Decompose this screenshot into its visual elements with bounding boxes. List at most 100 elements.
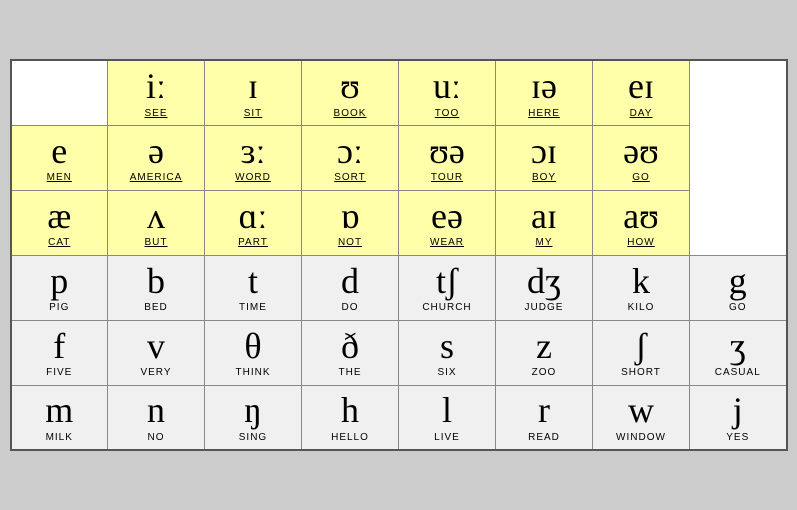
vowel-row-3: æ CAT ʌ BUT ɑː PART ɒ NOT eə WEAR aɪ MY …	[11, 190, 787, 255]
cell-cat: æ CAT	[11, 190, 108, 255]
symbol-judge: dʒ	[500, 262, 588, 302]
word-men: MEN	[16, 172, 104, 183]
symbol-word: ɜː	[209, 132, 297, 172]
symbol-live: l	[403, 391, 491, 431]
symbol-go-cons: g	[694, 262, 782, 302]
word-cat: CAT	[16, 237, 104, 248]
word-boy: BOY	[500, 172, 588, 183]
symbol-yes: j	[694, 391, 782, 431]
symbol-zoo: z	[500, 327, 588, 367]
word-sing: SING	[209, 432, 297, 443]
symbol-america: ə	[112, 132, 200, 172]
word-milk: MILK	[16, 432, 104, 443]
cell-read: r READ	[496, 385, 593, 450]
symbol-read: r	[500, 391, 588, 431]
word-day: DAY	[597, 108, 685, 119]
word-book: BOOK	[306, 108, 394, 119]
vowel-row-1: iː SEE ɪ SIT ʊ BOOK uː TOO ɪə HERE eɪ DA…	[11, 60, 787, 125]
symbol-not: ɒ	[306, 197, 394, 237]
symbol-my: aɪ	[500, 197, 588, 237]
word-word: WORD	[209, 172, 297, 183]
word-church: CHURCH	[403, 302, 491, 313]
symbol-church: tʃ	[403, 262, 491, 302]
symbol-the: ð	[306, 327, 394, 367]
word-hello: HELLO	[306, 432, 394, 443]
cell-part: ɑː PART	[205, 190, 302, 255]
cell-hello: h HELLO	[302, 385, 399, 450]
word-live: LIVE	[403, 432, 491, 443]
symbol-too: uː	[403, 67, 491, 107]
symbol-very: v	[112, 327, 200, 367]
symbol-hello: h	[306, 391, 394, 431]
symbol-how: aʊ	[597, 197, 685, 237]
cell-think: θ THINK	[205, 320, 302, 385]
word-six: SIX	[403, 367, 491, 378]
cell-six: s SIX	[399, 320, 496, 385]
symbol-bed: b	[112, 262, 200, 302]
cell-casual: ʒ CASUAL	[690, 320, 787, 385]
symbol-wear: eə	[403, 197, 491, 237]
word-but: BUT	[112, 237, 200, 248]
symbol-cat: æ	[16, 197, 104, 237]
word-wear: WEAR	[403, 237, 491, 248]
cell-very: v VERY	[108, 320, 205, 385]
word-short: SHORT	[597, 367, 685, 378]
symbol-sing: ŋ	[209, 391, 297, 431]
word-too: TOO	[403, 108, 491, 119]
word-tour: TOUR	[403, 172, 491, 183]
ipa-chart: iː SEE ɪ SIT ʊ BOOK uː TOO ɪə HERE eɪ DA…	[10, 59, 788, 451]
cell-word: ɜː WORD	[205, 125, 302, 190]
symbol-kilo: k	[597, 262, 685, 302]
cell-church: tʃ CHURCH	[399, 255, 496, 320]
symbol-sit: ɪ	[209, 67, 297, 107]
symbol-time: t	[209, 262, 297, 302]
word-part: PART	[209, 237, 297, 248]
cell-too: uː TOO	[399, 60, 496, 125]
symbol-casual: ʒ	[694, 327, 782, 367]
cell-go-cons: g GO	[690, 255, 787, 320]
symbol-part: ɑː	[209, 197, 297, 237]
word-pig: PIG	[16, 302, 104, 313]
symbol-but: ʌ	[112, 197, 200, 237]
cell-short: ʃ SHORT	[593, 320, 690, 385]
cell-live: l LIVE	[399, 385, 496, 450]
cell-sing: ŋ SING	[205, 385, 302, 450]
cell-see: iː SEE	[108, 60, 205, 125]
cell-book: ʊ BOOK	[302, 60, 399, 125]
symbol-day: eɪ	[597, 67, 685, 107]
cell-day: eɪ DAY	[593, 60, 690, 125]
word-read: READ	[500, 432, 588, 443]
word-sort: SORT	[306, 172, 394, 183]
cell-time: t TIME	[205, 255, 302, 320]
symbol-short: ʃ	[597, 327, 685, 367]
cell-sort: ɔː SORT	[302, 125, 399, 190]
cell-here: ɪə HERE	[496, 60, 593, 125]
cell-judge: dʒ JUDGE	[496, 255, 593, 320]
cell-my: aɪ MY	[496, 190, 593, 255]
word-my: MY	[500, 237, 588, 248]
word-no: NO	[112, 432, 200, 443]
word-casual: CASUAL	[694, 367, 782, 378]
symbol-six: s	[403, 327, 491, 367]
symbol-window: w	[597, 391, 685, 431]
symbol-sort: ɔː	[306, 132, 394, 172]
word-zoo: ZOO	[500, 367, 588, 378]
symbol-go-vowel: əʊ	[597, 132, 685, 172]
cell-boy: ɔɪ BOY	[496, 125, 593, 190]
word-how: HOW	[597, 237, 685, 248]
symbol-men: e	[16, 132, 104, 172]
vowel-row-2: e MEN ə AMERICA ɜː WORD ɔː SORT ʊə TOUR …	[11, 125, 787, 190]
symbol-think: θ	[209, 327, 297, 367]
word-do: DO	[306, 302, 394, 313]
word-yes: YES	[694, 432, 782, 443]
cell-tour: ʊə TOUR	[399, 125, 496, 190]
cell-yes: j YES	[690, 385, 787, 450]
symbol-no: n	[112, 391, 200, 431]
word-america: AMERICA	[112, 172, 200, 183]
word-five: FIVE	[16, 367, 104, 378]
word-not: NOT	[306, 237, 394, 248]
cell-do: d DO	[302, 255, 399, 320]
word-kilo: KILO	[597, 302, 685, 313]
word-go-vowel: GO	[597, 172, 685, 183]
cell-milk: m MILK	[11, 385, 108, 450]
